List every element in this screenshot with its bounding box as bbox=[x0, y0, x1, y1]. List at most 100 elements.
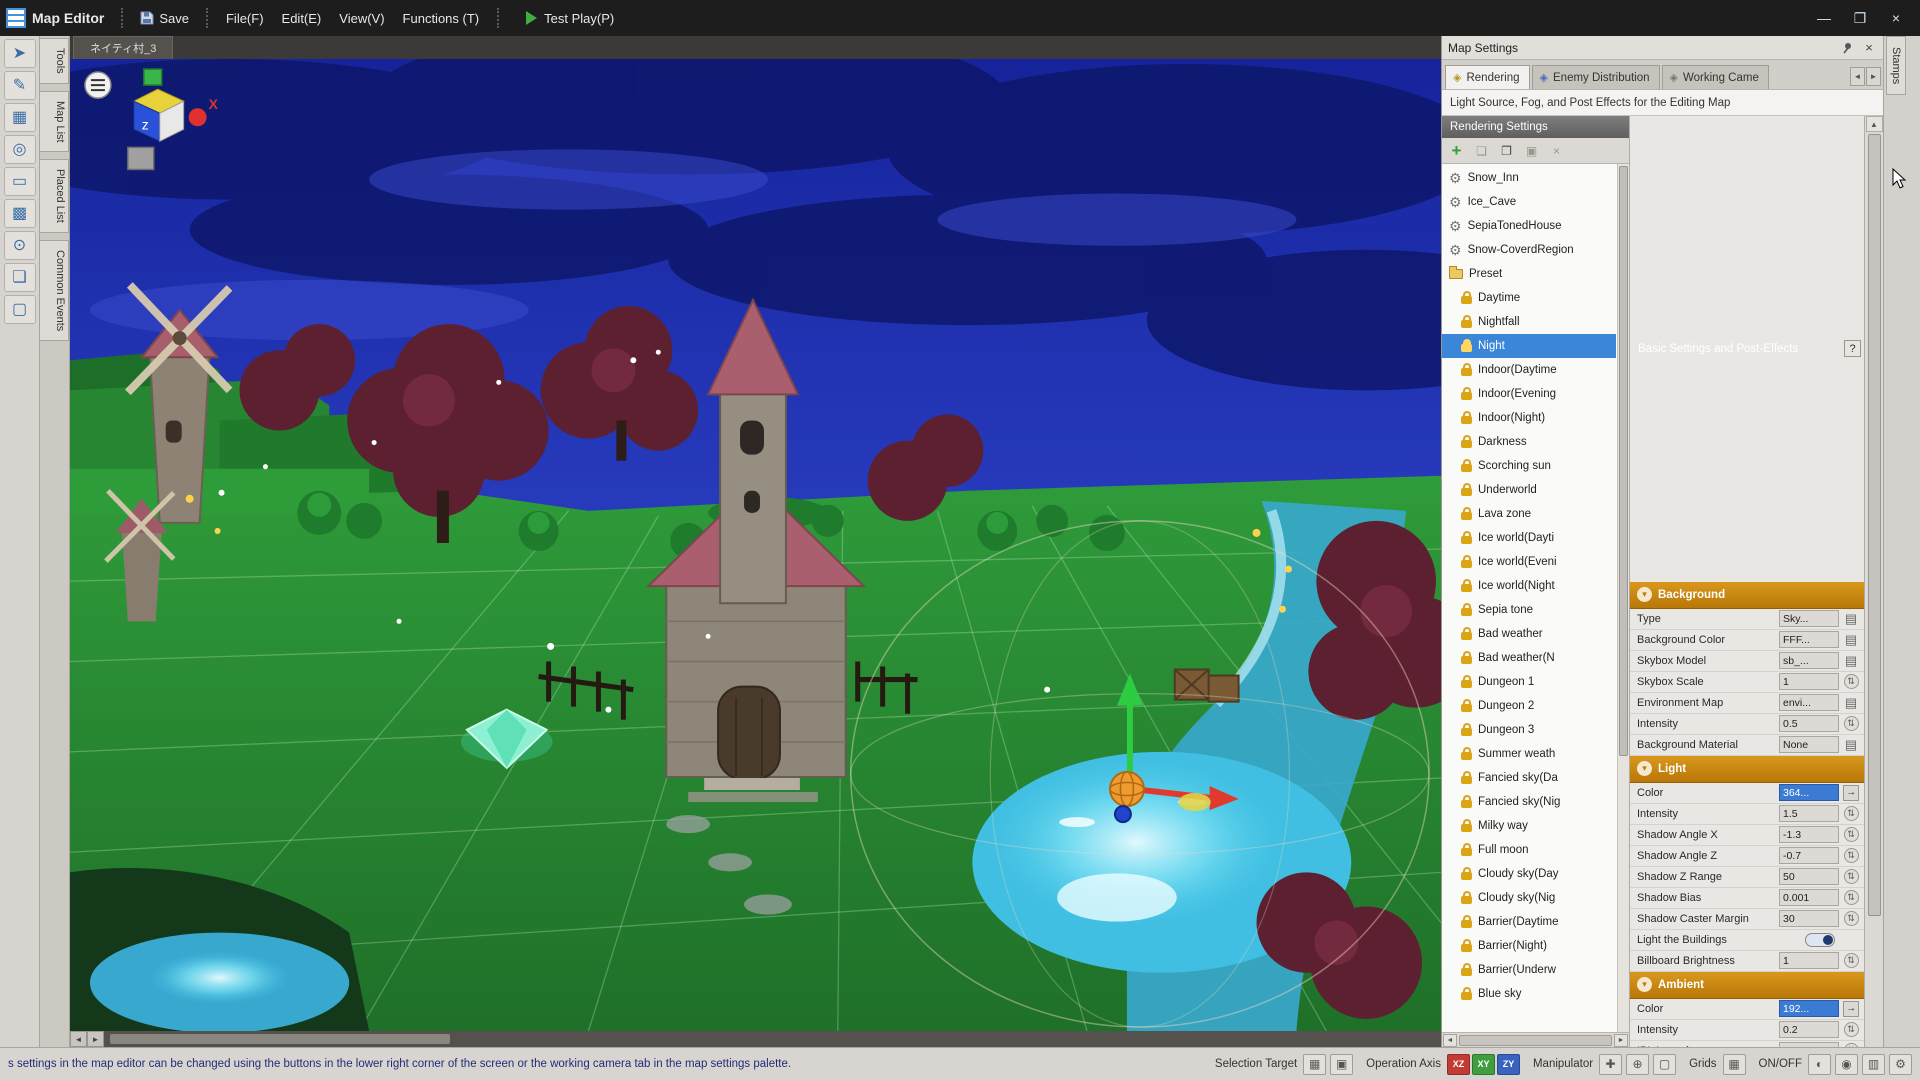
rendering-setting-item[interactable]: Ice_Cave bbox=[1442, 190, 1616, 214]
property-value[interactable]: 192... bbox=[1779, 1000, 1839, 1017]
property-value[interactable]: 30 bbox=[1779, 910, 1839, 927]
rendering-setting-item[interactable]: Milky way bbox=[1442, 814, 1616, 838]
property-value[interactable]: envi... bbox=[1779, 694, 1839, 711]
property-row[interactable]: ▾ Type Sky... ▤ ⇅ → bbox=[1630, 609, 1864, 630]
property-row[interactable]: ▾ Light ▤ ⇅ → bbox=[1630, 755, 1864, 783]
close-button[interactable]: × bbox=[1878, 4, 1914, 32]
property-value[interactable]: -0.7 bbox=[1779, 847, 1839, 864]
scroll-left-button[interactable]: ◄ bbox=[1443, 1033, 1457, 1047]
property-row[interactable]: ▾ Shadow Caster Margin 30 ▤ ⇅ → bbox=[1630, 909, 1864, 930]
property-value[interactable]: 0.001 bbox=[1779, 889, 1839, 906]
collapse-icon[interactable]: ▾ bbox=[1637, 587, 1652, 602]
property-row[interactable]: ▾ Background ▤ ⇅ → bbox=[1630, 581, 1864, 609]
side-panel-tab[interactable]: Tools bbox=[40, 38, 69, 84]
rendering-setting-item[interactable]: Summer weath bbox=[1442, 742, 1616, 766]
toolbar-tool-button[interactable]: ▭ bbox=[3, 167, 36, 196]
side-panel-tab[interactable]: Placed List bbox=[40, 159, 69, 234]
property-value[interactable]: 1 bbox=[1779, 673, 1839, 690]
toolbar-tool-button[interactable]: ▢ bbox=[3, 295, 36, 324]
property-value[interactable]: 0.5 bbox=[1779, 715, 1839, 732]
toolbar-tool-button[interactable]: ▩ bbox=[3, 199, 36, 228]
scroll-thumb[interactable] bbox=[110, 1034, 450, 1044]
rendering-setting-item[interactable]: Blue sky bbox=[1442, 982, 1616, 1006]
property-row[interactable]: ▾ Billboard Brightness 1 ▤ ⇅ → bbox=[1630, 951, 1864, 972]
selection-target-object-button[interactable]: ▣ bbox=[1330, 1053, 1354, 1075]
rendering-setting-item[interactable]: Night bbox=[1442, 334, 1616, 358]
map-settings-tab[interactable]: ◈ Enemy Distribution bbox=[1531, 65, 1660, 89]
spinner-icon[interactable]: ⇅ bbox=[1843, 827, 1859, 842]
rendering-setting-item[interactable]: Barrier(Underw bbox=[1442, 958, 1616, 982]
scroll-up-button[interactable]: ▲ bbox=[1865, 116, 1883, 132]
stamps-tab[interactable]: Stamps bbox=[1886, 36, 1906, 96]
property-row[interactable]: ▾ Intensity 0.5 ▤ ⇅ → bbox=[1630, 714, 1864, 735]
map-tab[interactable]: ネイティ村_3 bbox=[73, 36, 174, 59]
toolbar-tool-button[interactable]: ➤ bbox=[3, 39, 36, 68]
dropdown-icon[interactable]: ▤ bbox=[1845, 632, 1857, 648]
rotate-tool-button[interactable]: ⊕ bbox=[1626, 1053, 1650, 1075]
scroll-thumb[interactable] bbox=[1867, 134, 1881, 917]
property-row[interactable]: ▾ IBL Intensity 2 ▤ ⇅ → bbox=[1630, 1041, 1864, 1047]
rendering-setting-item[interactable]: Preset bbox=[1442, 262, 1616, 286]
scroll-right-button[interactable]: ► bbox=[87, 1031, 104, 1047]
rendering-setting-item[interactable]: Dungeon 3 bbox=[1442, 718, 1616, 742]
rendering-setting-item[interactable]: Snow_Inn bbox=[1442, 166, 1616, 190]
grids-toggle-button[interactable]: ▦ bbox=[1722, 1053, 1746, 1075]
menu-item[interactable]: File(F) bbox=[217, 6, 273, 31]
property-row[interactable]: ▾ Environment Map envi... ▤ ⇅ → bbox=[1630, 693, 1864, 714]
rendering-setting-item[interactable]: Fancied sky(Nig bbox=[1442, 790, 1616, 814]
move-tool-button[interactable]: ✚ bbox=[1599, 1053, 1623, 1075]
property-row[interactable]: ▾ Intensity 1.5 ▤ ⇅ → bbox=[1630, 804, 1864, 825]
paste-setting-button[interactable]: ▣ bbox=[1520, 140, 1543, 161]
property-value[interactable]: None bbox=[1779, 736, 1839, 753]
side-panel-tab[interactable]: Common Events bbox=[40, 240, 69, 342]
property-value[interactable]: sb_... bbox=[1779, 652, 1839, 669]
rendering-setting-item[interactable]: Indoor(Daytime bbox=[1442, 358, 1616, 382]
property-row[interactable]: ▾ Light the Buildings ▤ ⇅ → bbox=[1630, 930, 1864, 951]
spinner-icon[interactable]: ⇅ bbox=[1843, 806, 1859, 821]
selection-target-map-button[interactable]: ▦ bbox=[1303, 1053, 1327, 1075]
toolbar-tool-button[interactable]: ▦ bbox=[3, 103, 36, 132]
test-play-button[interactable]: Test Play(P) bbox=[518, 7, 622, 30]
rendering-setting-item[interactable]: Ice world(Eveni bbox=[1442, 550, 1616, 574]
property-row[interactable]: ▾ Ambient ▤ ⇅ → bbox=[1630, 971, 1864, 999]
property-row[interactable]: ▾ Shadow Bias 0.001 ▤ ⇅ → bbox=[1630, 888, 1864, 909]
operation-axis-button[interactable]: ZY bbox=[1496, 1053, 1520, 1075]
scroll-right-button[interactable]: ► bbox=[1614, 1033, 1628, 1047]
property-row[interactable]: ▾ Skybox Scale 1 ▤ ⇅ → bbox=[1630, 672, 1864, 693]
save-button[interactable]: Save bbox=[132, 6, 197, 31]
property-value[interactable]: 50 bbox=[1779, 868, 1839, 885]
rendering-setting-item[interactable]: Ice world(Night bbox=[1442, 574, 1616, 598]
menu-item[interactable]: Edit(E) bbox=[273, 6, 331, 31]
property-value[interactable] bbox=[1779, 931, 1839, 948]
scroll-left-button[interactable]: ◄ bbox=[70, 1031, 87, 1047]
rendering-setting-item[interactable]: Indoor(Evening bbox=[1442, 382, 1616, 406]
spinner-icon[interactable]: ⇅ bbox=[1843, 953, 1859, 968]
spinner-icon[interactable]: ⇅ bbox=[1843, 674, 1859, 689]
operation-axis-button[interactable]: XZ bbox=[1446, 1053, 1470, 1075]
property-row[interactable]: ▾ Background Color FFF... ▤ ⇅ → bbox=[1630, 630, 1864, 651]
collapse-icon[interactable]: ▾ bbox=[1637, 977, 1652, 992]
list-h-scrollbar[interactable]: ◄ ► bbox=[1442, 1032, 1629, 1047]
viewport-scene[interactable]: z X bbox=[70, 59, 1441, 1031]
rendering-setting-item[interactable]: Cloudy sky(Day bbox=[1442, 862, 1616, 886]
property-row[interactable]: ▾ Shadow Z Range 50 ▤ ⇅ → bbox=[1630, 867, 1864, 888]
dropdown-icon[interactable]: ▤ bbox=[1845, 737, 1857, 753]
side-panel-tab[interactable]: Map List bbox=[40, 90, 69, 153]
tab-scroll-right-button[interactable]: ► bbox=[1866, 67, 1881, 86]
property-value[interactable]: Sky... bbox=[1779, 610, 1839, 627]
help-button[interactable]: ? bbox=[1844, 340, 1861, 358]
menu-item[interactable]: View(V) bbox=[330, 6, 393, 31]
spinner-icon[interactable]: ⇅ bbox=[1843, 890, 1859, 905]
property-value[interactable]: 2 bbox=[1779, 1042, 1839, 1047]
rendering-setting-item[interactable]: Barrier(Night) bbox=[1442, 934, 1616, 958]
panel-v-scrollbar[interactable]: ▲ bbox=[1864, 116, 1883, 1047]
collapse-icon[interactable]: ▾ bbox=[1637, 761, 1652, 776]
spinner-icon[interactable]: ⇅ bbox=[1843, 911, 1859, 926]
scroll-thumb[interactable] bbox=[1459, 1034, 1612, 1046]
toolbar-tool-button[interactable]: ❏ bbox=[3, 263, 36, 292]
operation-axis-button[interactable]: XY bbox=[1471, 1053, 1495, 1075]
rendering-setting-item[interactable]: Underworld bbox=[1442, 478, 1616, 502]
property-value[interactable]: 1.5 bbox=[1779, 805, 1839, 822]
property-value[interactable]: 1 bbox=[1779, 952, 1839, 969]
rendering-setting-item[interactable]: Lava zone bbox=[1442, 502, 1616, 526]
